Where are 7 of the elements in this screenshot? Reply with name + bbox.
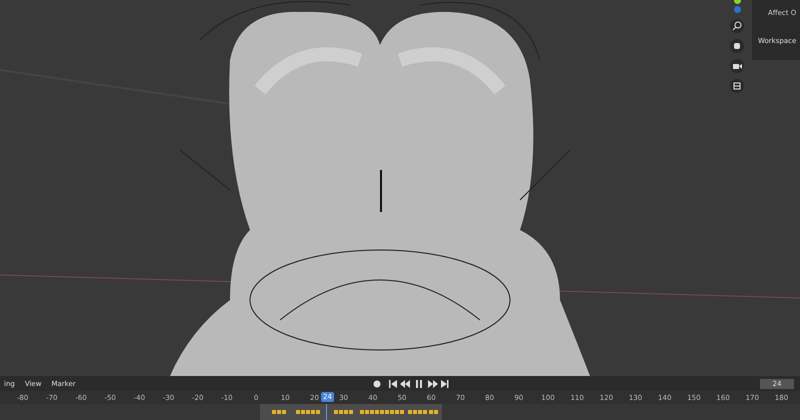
camera-icon[interactable] (730, 59, 744, 73)
axis-dot-icon (734, 6, 740, 13)
playhead-line (326, 404, 327, 420)
zoom-icon[interactable] (730, 19, 744, 33)
grid-icon[interactable] (730, 79, 744, 93)
record-icon[interactable] (372, 378, 382, 388)
playback-controls-icon[interactable] (388, 378, 450, 388)
